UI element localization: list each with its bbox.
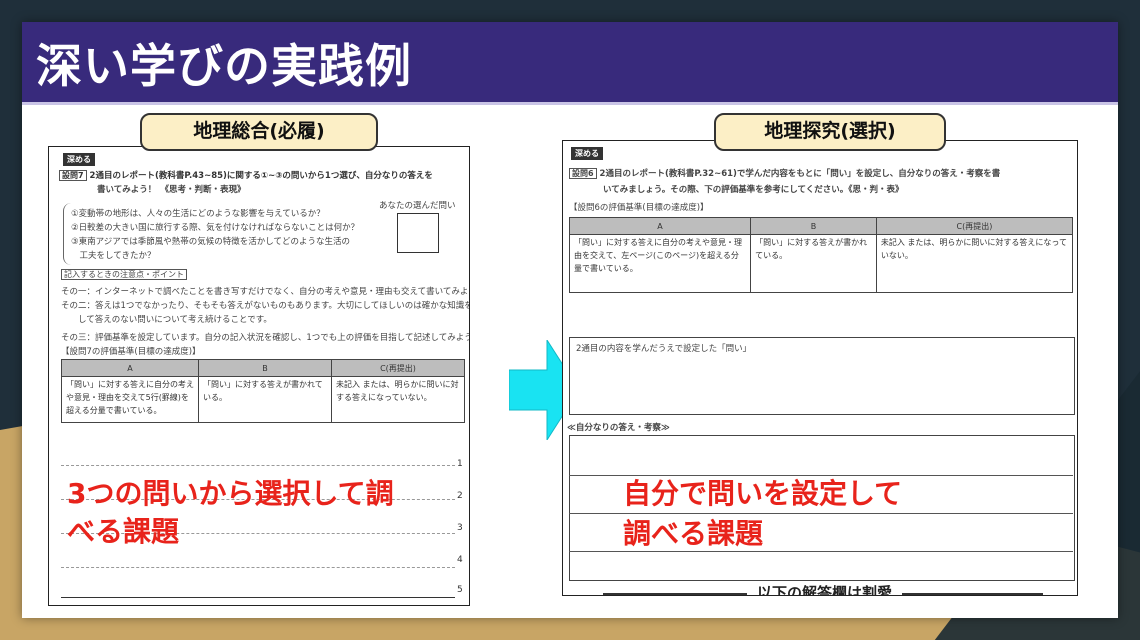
left-task-number: 設問7 xyxy=(59,170,87,181)
left-course-pill: 地理総合(必履) xyxy=(140,113,378,151)
left-tag: 深める xyxy=(63,153,95,166)
left-tag-label: 深める xyxy=(63,153,95,166)
left-question-3: ③東南アジアでは季節風や熱帯の気候の特徴を活かしてどのような生活の xyxy=(71,237,351,247)
right-worksheet: 深める 設問6 2通目のレポート(教科書P.32~61)で学んだ内容をもとに「問… xyxy=(562,140,1078,596)
left-line-number-3: 3 xyxy=(457,523,463,533)
right-footer-note: 以下の解答欄は割愛 xyxy=(747,582,903,595)
right-tag-label: 深める xyxy=(571,147,603,160)
left-rubric-cell-a: 「問い」に対する答えに自分の考えや意見・理由を交えて5行(罫線)を超える分量で書… xyxy=(60,376,200,423)
left-rubric-header-a: A xyxy=(60,359,200,377)
left-question-3-cont: 工夫をしてきたか？ xyxy=(71,251,156,261)
left-answer-line-1 xyxy=(61,465,455,466)
right-overlay-line2: 調べる課題 xyxy=(623,517,764,550)
right-task-text1: 2通目のレポート(教科書P.32~61)で学んだ内容をもとに「問い」を設定し、自… xyxy=(599,169,1001,179)
left-overlay-line2: べる課題 xyxy=(67,515,180,548)
left-line-number-1: 1 xyxy=(457,459,463,469)
left-worksheet: 深める 設問7 2通目のレポート(教科書P.43~85)に関する①~③の問いから… xyxy=(48,146,470,606)
left-overlay-line1: 3つの問いから選択して調 xyxy=(67,477,394,510)
right-rubric-cell-c: 未記入 または、明らかに問いに対する答えになっていない。 xyxy=(875,234,1074,293)
left-question-2: ②日較差の大きい国に旅行する際、気を付けなければならないことは何か？ xyxy=(71,223,360,233)
right-question-box[interactable]: 2通目の内容を学んだうえで設定した「問い」 xyxy=(569,337,1075,415)
right-tag: 深める xyxy=(571,147,603,160)
slide: 深い学びの実践例 深める 設問7 2通目のレポート(教科書P.43~85)に関す… xyxy=(22,22,1118,618)
right-task-line1: 設問6 2通目のレポート(教科書P.32~61)で学んだ内容をもとに「問い」を設… xyxy=(569,167,1000,179)
right-rubric-cell-b: 「問い」に対する答えが書かれている。 xyxy=(750,234,877,293)
right-answer-line-2 xyxy=(569,513,1073,514)
left-rubric-header-b: B xyxy=(198,359,332,377)
left-rubric-table: A B C(再提出) 「問い」に対する答えに自分の考えや意見・理由を交えて5行(… xyxy=(60,359,465,423)
left-line-number-2: 2 xyxy=(457,491,463,501)
right-rubric-header-c: C(再提出) xyxy=(875,217,1074,235)
left-answer-line-5 xyxy=(61,597,455,598)
left-notes-label: 記入するときの注意点・ポイント xyxy=(61,269,187,280)
right-answer-label: ≪自分なりの答え・考察≫ xyxy=(567,423,670,433)
left-rubric-title: 【設問7の評価基準(目標の達成度)】 xyxy=(61,347,201,357)
right-overlay-line1: 自分で問いを設定して xyxy=(623,477,903,510)
left-task-text1: 2通目のレポート(教科書P.43~85)に関する①~③の問いから1つ選び、自分な… xyxy=(89,171,433,181)
right-rubric-header-b: B xyxy=(750,217,877,235)
left-line-number-4: 4 xyxy=(457,555,463,565)
left-note-1: その一：インターネットで調べたことを書き写すだけでなく、自分の考えや意見・理由も… xyxy=(61,287,470,297)
left-task-line2: 書いてみよう！ 《思考・判断・表現》 xyxy=(97,185,246,195)
left-rubric-cell-b: 「問い」に対する答えが書かれている。 xyxy=(198,376,332,423)
left-rubric-cell-c: 未記入 または、明らかに問いに対する答えになっていない。 xyxy=(331,376,465,423)
right-rubric-title: 【設問6の評価基準(目標の達成度)】 xyxy=(569,203,709,213)
right-task-number: 設問6 xyxy=(569,168,597,179)
slide-title: 深い学びの実践例 xyxy=(36,39,412,93)
left-chosen-box[interactable] xyxy=(397,213,439,253)
title-bar: 深い学びの実践例 xyxy=(22,22,1118,105)
left-note-3: して答えのない問いについて考え続けることです。 xyxy=(61,315,272,325)
right-question-box-label: 2通目の内容を学んだうえで設定した「問い」 xyxy=(576,344,752,354)
right-rubric-header-a: A xyxy=(568,217,752,235)
left-chosen-label: あなたの選んだ問い xyxy=(379,201,456,211)
right-task-line2: いてみましょう。その際、下の評価基準を参考にしてください。《思・判・表》 xyxy=(603,185,904,195)
left-line-number-5: 5 xyxy=(457,585,463,595)
left-notes-label-wrap: 記入するときの注意点・ポイント xyxy=(61,269,187,280)
right-rubric-cell-a: 「問い」に対する答えに自分の考えや意見・理由を交えて、左ページ(このページ)を超… xyxy=(568,234,752,293)
right-rubric-table: A B C(再提出) 「問い」に対する答えに自分の考えや意見・理由を交えて、左ペ… xyxy=(568,217,1074,293)
left-note-4: その三：評価基準を設定しています。自分の記入状況を確認し、1つでも上の評価を目指… xyxy=(61,333,470,343)
left-task-line1: 設問7 2通目のレポート(教科書P.43~85)に関する①~③の問いから1つ選び… xyxy=(59,169,433,181)
left-question-1: ①変動帯の地形は、人々の生活にどのような影響を与えているか？ xyxy=(71,209,325,219)
left-rubric-header-c: C(再提出) xyxy=(331,359,465,377)
left-answer-line-4 xyxy=(61,567,455,568)
right-course-pill: 地理探究(選択) xyxy=(714,113,946,151)
left-note-2: その二：答えは1つでなかったり、そもそも答えがないものもあります。大切にしてほし… xyxy=(61,301,470,311)
